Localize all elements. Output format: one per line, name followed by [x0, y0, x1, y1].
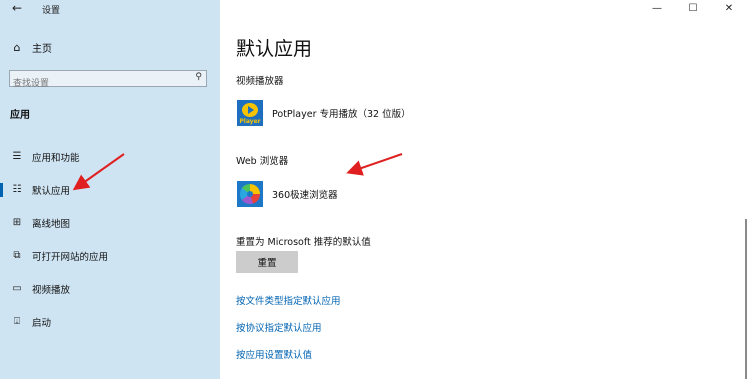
sidebar-item-offline-maps[interactable]: ⊞ 离线地图: [0, 206, 220, 239]
reset-label: 重置为 Microsoft 推荐的默认值: [236, 237, 371, 248]
reset-button[interactable]: 重置: [236, 251, 298, 273]
sidebar-item-label: 默认应用: [32, 185, 71, 197]
default-apps-icon: ☷: [12, 184, 22, 195]
sidebar-item-label: 视频播放: [32, 284, 71, 296]
page-title: 默认应用: [236, 38, 313, 60]
home-nav-item[interactable]: ⌂ 主页: [10, 40, 53, 55]
search-box[interactable]: ⚲: [9, 70, 207, 92]
link-by-protocol[interactable]: 按协议指定默认应用: [236, 320, 322, 334]
sidebar-item-startup[interactable]: ⍗ 启动: [0, 305, 220, 338]
video-player-label: 视频播放器: [236, 76, 284, 87]
startup-icon: ⍗: [14, 316, 20, 327]
section-heading: 应用: [10, 110, 30, 121]
minimize-icon[interactable]: —: [639, 0, 675, 16]
link-by-app[interactable]: 按应用设置默认值: [236, 347, 312, 361]
maximize-icon[interactable]: ☐: [675, 0, 711, 16]
settings-sidebar: ← 设置 ⌂ 主页 ⚲ 应用 ☰ 应用和功能 ☷ 默认应用 ⊞ 离线地图 ⧉ 可…: [0, 0, 220, 379]
video-player-app-name: PotPlayer 专用播放（32 位版）: [272, 109, 411, 120]
web-browser-label: Web 浏览器: [236, 156, 289, 167]
window-controls: — ☐ ✕: [639, 0, 747, 16]
sidebar-item-label: 可打开网站的应用: [32, 251, 109, 263]
web-app-icon: ⧉: [13, 250, 21, 261]
sidebar-item-label: 离线地图: [32, 218, 71, 230]
play-icon: [242, 103, 258, 117]
sidebar-item-apps-for-websites[interactable]: ⧉ 可打开网站的应用: [0, 239, 220, 272]
potplayer-icon: Player: [237, 100, 263, 126]
sidebar-nav: ☰ 应用和功能 ☷ 默认应用 ⊞ 离线地图 ⧉ 可打开网站的应用 ▭ 视频播放 …: [0, 140, 220, 338]
potplayer-icon-text: Player: [239, 118, 261, 125]
home-icon: ⌂: [13, 41, 21, 54]
browser-logo-ring: [240, 184, 260, 204]
back-arrow-icon[interactable]: ←: [8, 0, 26, 16]
close-icon[interactable]: ✕: [711, 0, 747, 16]
search-input[interactable]: [10, 76, 183, 92]
sidebar-item-apps-features[interactable]: ☰ 应用和功能: [0, 140, 220, 173]
browser-360-icon: [237, 181, 263, 207]
link-by-file-type[interactable]: 按文件类型指定默认应用: [236, 293, 341, 307]
map-icon: ⊞: [12, 217, 22, 228]
list-icon: ☰: [12, 151, 22, 162]
sidebar-item-default-apps[interactable]: ☷ 默认应用: [0, 173, 220, 206]
web-browser-app-name: 360极速浏览器: [272, 190, 338, 201]
home-label: 主页: [32, 44, 52, 55]
search-icon[interactable]: ⚲: [195, 72, 202, 82]
video-icon: ▭: [12, 283, 22, 294]
sidebar-item-label: 应用和功能: [32, 152, 80, 164]
main-content: — ☐ ✕ 默认应用 视频播放器 Player PotPlayer 专用播放（3…: [220, 0, 747, 379]
video-player-app-button[interactable]: Player PotPlayer 专用播放（32 位版）: [237, 100, 411, 126]
sidebar-item-video-playback[interactable]: ▭ 视频播放: [0, 272, 220, 305]
web-browser-app-button[interactable]: 360极速浏览器: [237, 181, 338, 207]
app-title: 设置: [42, 6, 61, 16]
sidebar-item-label: 启动: [32, 317, 52, 329]
